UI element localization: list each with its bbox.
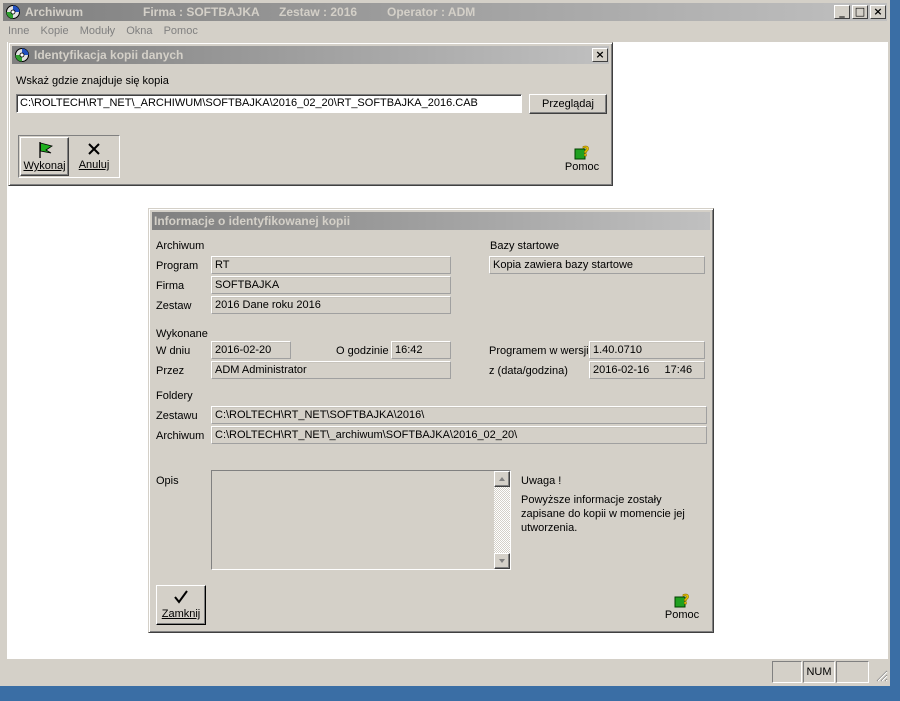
copy-path-input[interactable]: C:\ROLTECH\RT_NET\_ARCHIWUM\SOFTBAJKA\20… xyxy=(16,94,522,113)
cancel-button[interactable]: Anuluj xyxy=(71,138,117,175)
uwaga-text: Powyższe informacje zostały zapisane do … xyxy=(521,494,685,534)
help-button-label: Pomoc xyxy=(564,161,600,173)
app-title: Archiwum xyxy=(25,5,84,19)
close-dialog-button-label: Zamknij xyxy=(161,608,201,620)
archiwum-heading: Archiwum xyxy=(156,240,205,252)
green-flag-icon xyxy=(39,142,53,158)
help-button[interactable]: ? Pomoc xyxy=(559,141,605,177)
checkmark-icon xyxy=(174,590,188,604)
zestaw-value: 2016 Dane roku 2016 xyxy=(211,296,451,314)
program-label: Program xyxy=(156,260,199,272)
browse-button-label: Przeglądaj xyxy=(542,98,594,110)
foldery-heading: Foldery xyxy=(156,390,193,402)
close-dialog-button[interactable]: Zamknij xyxy=(156,585,206,625)
browse-button[interactable]: Przeglądaj xyxy=(529,94,607,114)
num-lock-indicator: NUM xyxy=(803,661,835,683)
data-godzina-value: 2016-02-16 17:46 xyxy=(589,361,705,379)
close-button[interactable]: × xyxy=(870,5,886,19)
firma-label: Firma xyxy=(156,280,185,292)
bazy-startowe-value: Kopia zawiera bazy startowe xyxy=(489,256,705,274)
archiwum-folder-value: C:\ROLTECH\RT_NET\_archiwum\SOFTBAJKA\20… xyxy=(211,426,707,444)
main-title-bar: Archiwum Firma : SOFTBAJKA Zestaw : 2016… xyxy=(3,3,887,21)
program-value: RT xyxy=(211,256,451,274)
maximize-button[interactable]: □ xyxy=(852,5,868,19)
status-panel-empty-2 xyxy=(836,661,869,683)
copy-info-dialog-title: Informacje o identyfikowanej kopii xyxy=(154,214,351,228)
firma-value: SOFTBAJKA xyxy=(211,276,451,294)
disc-icon xyxy=(15,48,29,62)
wersja-value: 1.40.0710 xyxy=(589,341,705,359)
menu-inne[interactable]: Inne xyxy=(8,25,29,37)
przez-label: Przez xyxy=(156,365,185,377)
minimize-button[interactable]: _ xyxy=(834,5,850,19)
x-cancel-icon xyxy=(88,143,100,155)
zestaw-info: Zestaw : 2016 xyxy=(279,5,358,19)
scroll-up-button[interactable] xyxy=(494,471,510,487)
operator-info: Operator : ADM xyxy=(387,5,476,19)
info-help-button[interactable]: ? Pomoc xyxy=(659,589,705,625)
archiwum-folder-label: Archiwum xyxy=(156,430,205,442)
menu-bar: Inne Kopie Moduły Okna Pomoc xyxy=(8,22,206,40)
zestawu-label: Zestawu xyxy=(156,410,198,422)
opis-label: Opis xyxy=(156,475,179,487)
menu-pomoc[interactable]: Pomoc xyxy=(164,25,198,37)
menu-moduly[interactable]: Moduły xyxy=(80,25,115,37)
copy-info-dialog-title-bar: Informacje o identyfikowanej kopii xyxy=(152,212,710,230)
uwaga-title: Uwaga ! xyxy=(521,475,562,487)
zestawu-folder-value: C:\ROLTECH\RT_NET\SOFTBAJKA\2016\ xyxy=(211,406,707,424)
arrow-down-icon xyxy=(499,559,505,563)
firma-info: Firma : SOFTBAJKA xyxy=(143,5,260,19)
scroll-down-button[interactable] xyxy=(494,553,510,569)
menu-okna[interactable]: Okna xyxy=(126,25,152,37)
wersja-label: Programem w wersji xyxy=(489,345,589,357)
identification-dialog-title-bar: Identyfikacja kopii danych × xyxy=(12,46,609,64)
zestaw-label: Zestaw xyxy=(156,300,192,312)
w-dniu-label: W dniu xyxy=(156,345,191,357)
menu-kopie[interactable]: Kopie xyxy=(40,25,68,37)
status-panel-empty xyxy=(772,661,802,683)
o-godzinie-value: 16:42 xyxy=(391,341,451,359)
copy-location-prompt: Wskaż gdzie znajduje się kopia xyxy=(16,75,169,87)
status-bar: NUM xyxy=(0,659,890,686)
identification-dialog-title: Identyfikacja kopii danych xyxy=(34,48,184,62)
bazy-startowe-heading: Bazy startowe xyxy=(490,240,560,252)
cancel-button-label: Anuluj xyxy=(78,159,110,171)
przez-value: ADM Administrator xyxy=(211,361,451,379)
opis-scrollbar[interactable] xyxy=(494,471,510,569)
resize-grip-icon[interactable] xyxy=(874,668,888,682)
identification-dialog-close-button[interactable]: × xyxy=(592,48,608,62)
wykonane-heading: Wykonane xyxy=(156,328,208,340)
execute-button[interactable]: Wykonaj xyxy=(20,137,69,176)
data-godzina-label: z (data/godzina) xyxy=(489,365,568,377)
disc-icon xyxy=(6,5,20,19)
opis-textarea[interactable] xyxy=(211,470,511,570)
o-godzinie-label: O godzinie xyxy=(336,345,389,357)
copy-info-dialog: Informacje o identyfikowanej kopii Archi… xyxy=(148,208,714,633)
identification-dialog: Identyfikacja kopii danych × Wskaż gdzie… xyxy=(8,42,613,186)
w-dniu-value: 2016-02-20 xyxy=(211,341,291,359)
arrow-up-icon xyxy=(499,477,505,481)
svg-text:?: ? xyxy=(682,593,690,608)
help-book-icon: ? xyxy=(574,145,590,160)
help-book-icon: ? xyxy=(674,593,690,608)
execute-button-label: Wykonaj xyxy=(23,160,66,172)
svg-text:?: ? xyxy=(582,145,590,160)
info-help-button-label: Pomoc xyxy=(664,609,700,621)
